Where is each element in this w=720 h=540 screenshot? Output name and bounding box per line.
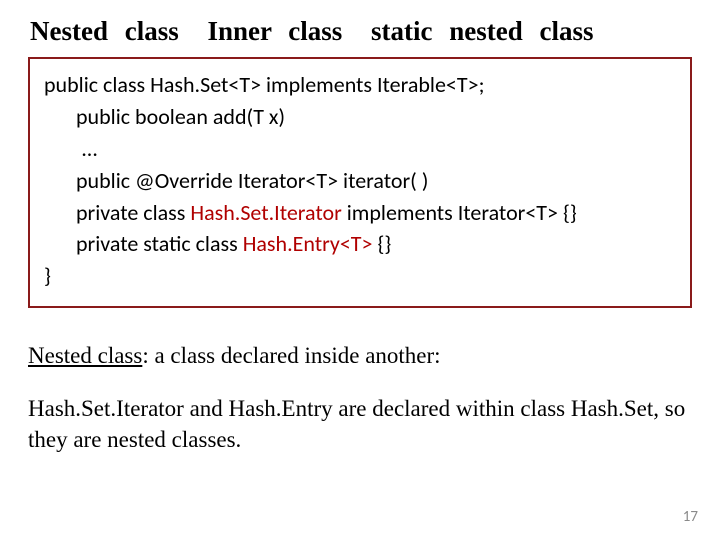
title-part-2: Inner class [207, 16, 342, 46]
title-part-3: static nested class [371, 16, 593, 46]
code-line-7: } [44, 260, 676, 292]
title-part-1: Nested class [30, 16, 179, 46]
code-line-5c: implements Iterator<T> {} [342, 199, 577, 226]
code-line-2: public boolean add(T x) [44, 101, 676, 133]
code-line-5b: Hash.Set.Iterator [190, 199, 341, 226]
code-line-4: public @Override Iterator<T> iterator( ) [44, 165, 676, 197]
nested-class-term: Nested class [28, 343, 142, 368]
code-line-6b: Hash.Entry<T> [243, 230, 373, 257]
code-box: public class Hash.Set<T> implements Iter… [28, 57, 692, 308]
page-number: 17 [683, 508, 698, 526]
code-line-5a: private class [76, 199, 190, 226]
paragraph-1-rest: : a class declared inside another: [142, 343, 440, 368]
body-text: Nested class: a class declared inside an… [28, 340, 692, 455]
code-line-6: private static class Hash.Entry<T> {} [44, 228, 676, 260]
slide-title: Nested class Inner class static nested c… [30, 16, 692, 47]
code-line-6c: {} [373, 230, 392, 257]
code-line-3: … [44, 133, 676, 165]
slide: Nested class Inner class static nested c… [0, 0, 720, 540]
paragraph-2: Hash.Set.Iterator and Hash.Entry are dec… [28, 393, 692, 455]
paragraph-1: Nested class: a class declared inside an… [28, 340, 692, 371]
code-line-6a: private static class [76, 230, 243, 257]
code-line-1: public class Hash.Set<T> implements Iter… [44, 69, 676, 101]
code-line-5: private class Hash.Set.Iterator implemen… [44, 197, 676, 229]
